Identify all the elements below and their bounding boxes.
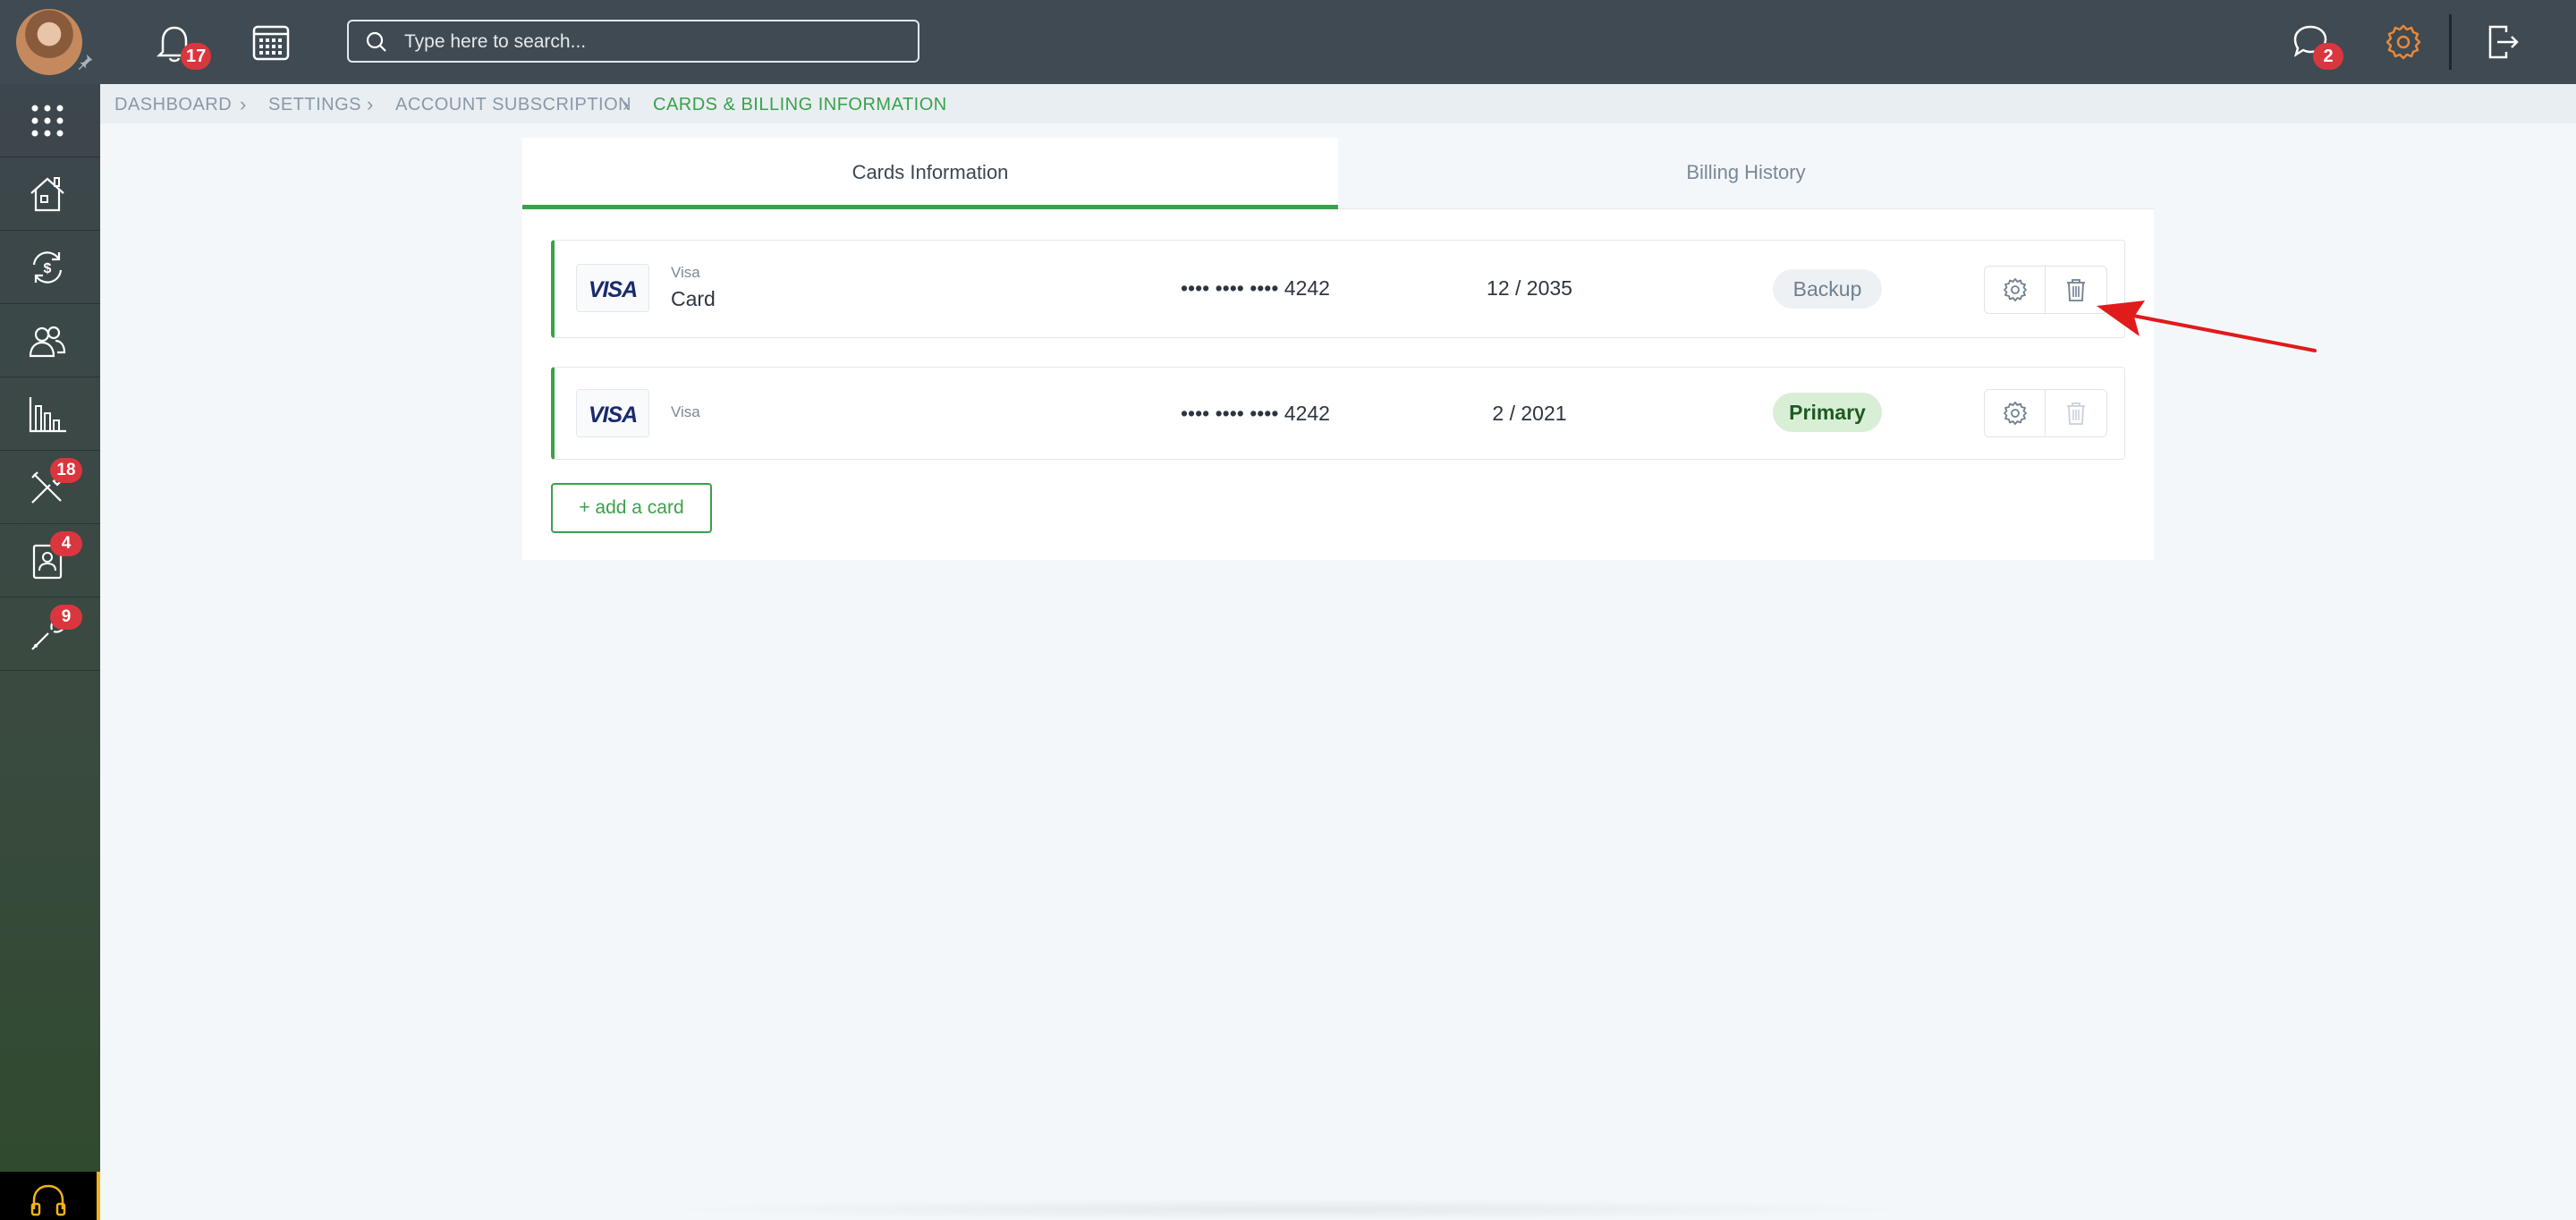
logout-icon: [2488, 25, 2519, 59]
header-divider: [2449, 14, 2452, 70]
sidebar-item-tools[interactable]: 18: [0, 451, 100, 524]
sidebar-item-wrench[interactable]: 9: [0, 597, 100, 671]
sidebar-item-home[interactable]: [0, 157, 100, 231]
card-brand: Visa: [671, 264, 700, 281]
user-avatar[interactable]: [16, 9, 82, 75]
card-delete-button-disabled: [2046, 390, 2106, 436]
add-card-button[interactable]: + add a card: [551, 483, 712, 533]
sidebar-item-apps[interactable]: [0, 84, 100, 157]
settings-button[interactable]: [2379, 18, 2428, 66]
search-icon: [366, 31, 386, 52]
support-button[interactable]: [0, 1172, 100, 1220]
status-badge: Primary: [1773, 393, 1882, 432]
breadcrumb-dashboard[interactable]: DASHBOARD: [114, 95, 232, 115]
svg-text:$: $: [44, 261, 52, 276]
status-badge: Backup: [1773, 269, 1882, 309]
visa-logo: VISA: [576, 264, 649, 312]
card-settings-button[interactable]: [1985, 267, 2046, 313]
card-actions: [1984, 389, 2107, 437]
sidebar-item-billing[interactable]: $: [0, 231, 100, 304]
gear-icon: [2004, 278, 2027, 301]
reports-chart-icon: [29, 397, 66, 433]
billing-cycle-icon: $: [32, 251, 63, 284]
card-number: •••• •••• •••• 4242: [1181, 402, 1330, 425]
card-expiry: 12 / 2035: [1487, 276, 1572, 300]
search-box: [347, 20, 919, 63]
sidebar-item-contacts[interactable]: 4: [0, 524, 100, 597]
card-brand: Visa: [671, 403, 700, 420]
gear-icon: [2004, 402, 2027, 425]
card-name: Card: [671, 287, 716, 310]
notifications-badge: 17: [181, 43, 212, 70]
breadcrumb-separator: ›: [240, 93, 247, 115]
sidebar: $ 18 4 9: [0, 84, 100, 1220]
card-actions: [1984, 266, 2107, 314]
search-input[interactable]: [404, 30, 905, 54]
headset-icon: [30, 1184, 66, 1216]
calendar-icon: [252, 25, 290, 61]
sidebar-badge-wrench: 9: [50, 605, 82, 630]
gear-icon: [2385, 24, 2421, 60]
card-row: VISA Visa •••• •••• •••• 4242 2 / 2021 P…: [551, 367, 2125, 460]
sidebar-item-reports[interactable]: [0, 377, 100, 451]
visa-logo-text: VISA: [588, 402, 638, 428]
users-icon: [29, 326, 66, 358]
tab-billing-history[interactable]: Billing History: [1338, 138, 2154, 209]
sidebar-badge-contacts: 4: [50, 531, 82, 556]
logout-button[interactable]: [2478, 18, 2526, 66]
card-expiry: 2 / 2021: [1492, 402, 1567, 425]
visa-logo-text: VISA: [588, 277, 638, 302]
visa-logo: VISA: [576, 389, 649, 437]
cards-billing-panel: Cards Information Billing History VISA V…: [522, 138, 2154, 560]
home-icon: [30, 177, 64, 212]
tab-cards-information[interactable]: Cards Information: [522, 138, 1338, 209]
card-row: VISA Visa Card •••• •••• •••• 4242 12 / …: [551, 240, 2125, 338]
sidebar-badge-tools: 18: [50, 458, 82, 483]
annotation-arrow-icon: [2097, 301, 2317, 352]
trash-icon: [2067, 402, 2085, 425]
bottom-shadow: [644, 1199, 1932, 1220]
card-number: •••• •••• •••• 4242: [1181, 276, 1330, 300]
messages-badge: 2: [2313, 43, 2343, 70]
breadcrumb-current: CARDS & BILLING INFORMATION: [653, 95, 947, 114]
pin-icon: [78, 54, 93, 71]
sidebar-item-users[interactable]: [0, 304, 100, 377]
top-bar: 17 2: [0, 0, 2576, 84]
breadcrumb-separator: ›: [623, 93, 630, 115]
breadcrumb-separator: ›: [367, 93, 374, 115]
trash-icon: [2067, 279, 2085, 301]
apps-grid-icon: [31, 105, 64, 137]
breadcrumb: DASHBOARD › SETTINGS › ACCOUNT SUBSCRIPT…: [100, 84, 2576, 123]
breadcrumb-settings[interactable]: SETTINGS: [268, 95, 361, 115]
breadcrumb-account-subscription[interactable]: ACCOUNT SUBSCRIPTION: [395, 95, 631, 115]
notifications-button[interactable]: 17: [150, 18, 212, 70]
card-settings-button[interactable]: [1985, 390, 2046, 436]
calendar-button[interactable]: [247, 18, 295, 66]
messages-button[interactable]: 2: [2286, 18, 2343, 70]
